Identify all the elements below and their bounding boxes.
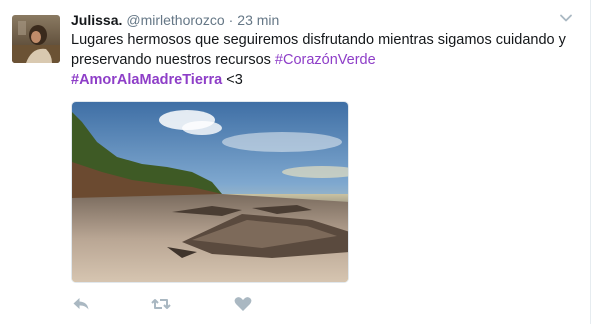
tweet-timestamp[interactable]: 23 min — [237, 12, 279, 28]
avatar[interactable] — [12, 15, 60, 63]
like-button[interactable] — [233, 294, 253, 314]
hashtag-link[interactable]: #CorazónVerde — [275, 52, 376, 68]
tweet-text: Lugares hermosos que seguiremos disfruta… — [71, 30, 576, 90]
retweet-icon — [151, 299, 171, 309]
hashtag-link[interactable]: #AmorAlaMadreTierra — [71, 72, 222, 88]
author-handle[interactable]: @mirlethorozco — [126, 12, 224, 28]
reply-button[interactable] — [71, 294, 91, 314]
reply-icon — [73, 298, 89, 310]
tweet-header: Julissa. @mirlethorozco · 23 min — [71, 10, 279, 30]
chevron-down-icon — [560, 14, 572, 22]
heart-icon — [234, 297, 252, 311]
tweet: Julissa. @mirlethorozco · 23 min Lugares he… — [0, 0, 591, 324]
separator-dot: · — [228, 12, 234, 28]
tweet-tail: <3 — [222, 72, 243, 88]
tweet-photo[interactable] — [71, 101, 349, 283]
author-name[interactable]: Julissa. — [71, 12, 122, 28]
retweet-button[interactable] — [151, 294, 171, 314]
more-options-button[interactable] — [558, 10, 574, 26]
